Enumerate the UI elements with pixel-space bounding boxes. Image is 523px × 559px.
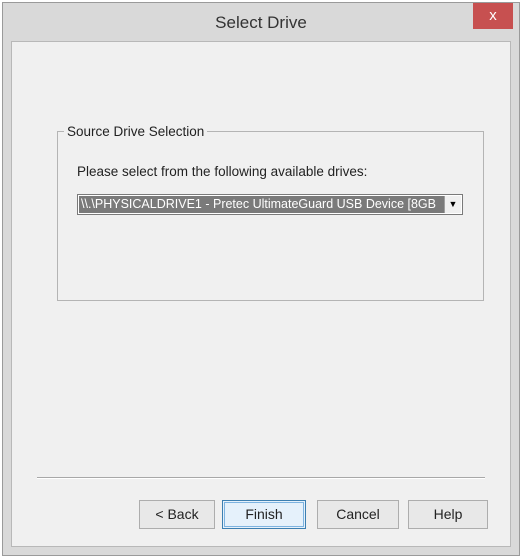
title-bar[interactable]: Select Drive x <box>3 3 519 41</box>
back-button[interactable]: < Back <box>139 500 215 529</box>
select-drive-dialog: Select Drive x Source Drive Selection Pl… <box>2 2 520 556</box>
dialog-body: Source Drive Selection Please select fro… <box>11 41 511 547</box>
drive-prompt-label: Please select from the following availab… <box>77 164 368 179</box>
divider <box>37 477 485 479</box>
close-button[interactable]: x <box>473 3 513 29</box>
chevron-down-icon[interactable]: ▼ <box>444 196 461 213</box>
close-icon: x <box>489 7 497 24</box>
selected-drive-value[interactable]: \\.\PHYSICALDRIVE1 - Pretec UltimateGuar… <box>79 196 444 213</box>
help-button[interactable]: Help <box>408 500 488 529</box>
group-legend: Source Drive Selection <box>67 124 205 139</box>
dialog-title: Select Drive <box>215 13 307 32</box>
finish-button[interactable]: Finish <box>222 500 306 529</box>
finish-button-label: Finish <box>224 502 304 527</box>
cancel-button[interactable]: Cancel <box>317 500 399 529</box>
drive-select[interactable]: \\.\PHYSICALDRIVE1 - Pretec UltimateGuar… <box>77 194 463 215</box>
